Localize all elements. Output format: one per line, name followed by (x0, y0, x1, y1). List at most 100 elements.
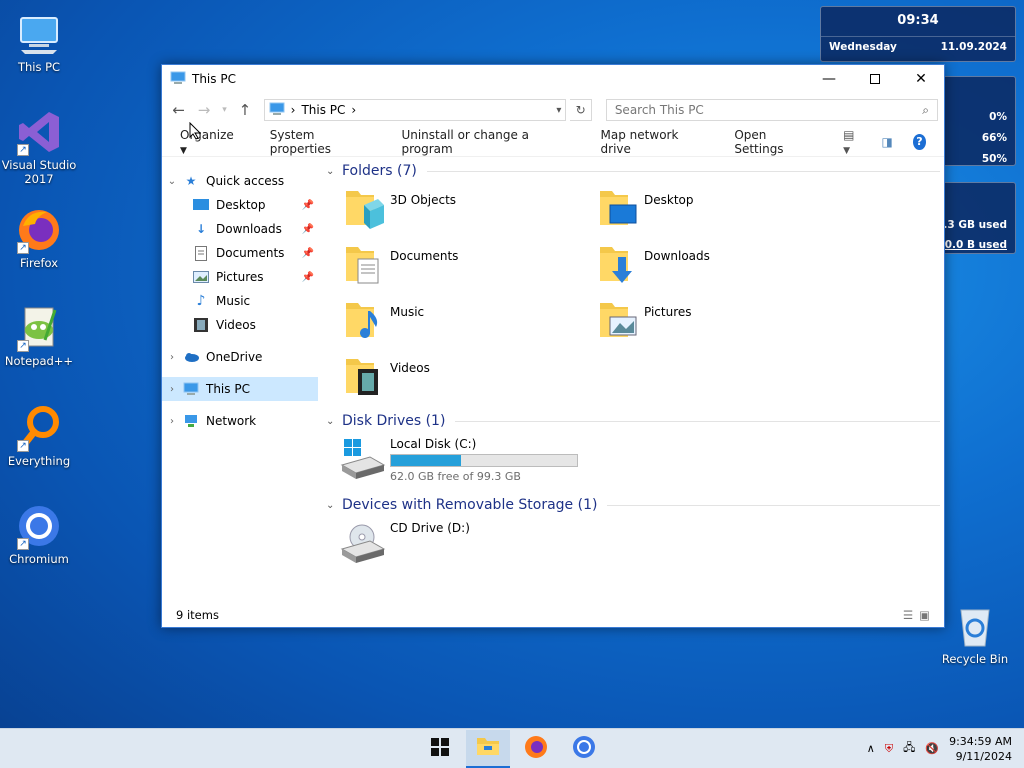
taskbar-file-explorer[interactable] (466, 729, 510, 768)
volume-muted-icon[interactable]: 🔇 (925, 742, 939, 755)
nav-item-downloads[interactable]: ↓ Downloads 📌 (162, 217, 318, 241)
monitor-icon (182, 381, 200, 397)
pin-icon: 📌 (301, 223, 314, 235)
folder-label: Music (390, 305, 425, 319)
chevron-down-icon: ⌄ (326, 165, 335, 177)
nav-item-desktop[interactable]: Desktop 📌 (162, 193, 318, 217)
start-button[interactable] (418, 730, 462, 768)
desktop-icon-everything[interactable]: ↗ Everything (0, 404, 78, 468)
arrow-up-icon: ↑ (238, 101, 252, 119)
desktop-icon-visual-studio[interactable]: ↗ Visual Studio 2017 (0, 108, 78, 186)
nav-item-music[interactable]: ♪ Music (162, 289, 318, 313)
group-header-removable[interactable]: ⌄ Devices with Removable Storage (1) (326, 493, 944, 517)
folder-label: 3D Objects (390, 193, 457, 207)
chevron-up-icon[interactable]: ∧ (867, 742, 875, 755)
gadget-day: Wednesday (829, 41, 897, 53)
desktop-icon-this-pc[interactable]: This PC (0, 10, 78, 74)
tray-clock[interactable]: 9:34:59 AM 9/11/2024 (949, 734, 1012, 764)
details-view-button[interactable]: ☰ (903, 608, 913, 622)
help-icon[interactable]: ? (912, 133, 926, 150)
nav-item-quick-access[interactable]: ⌄ ★ Quick access (162, 169, 318, 193)
gadget-date: 11.09.2024 (940, 41, 1007, 53)
chevron-right-icon[interactable]: › (162, 352, 182, 363)
refresh-button[interactable]: ↻ (570, 99, 592, 121)
breadcrumb-this-pc[interactable]: This PC (301, 103, 345, 117)
nav-item-network[interactable]: › Network (162, 409, 318, 433)
back-button[interactable]: ← (168, 99, 189, 121)
network-icon[interactable]: 🖧 (903, 739, 915, 758)
chevron-down-icon: ▼ (180, 145, 187, 156)
view-options-icon: ▤ (843, 127, 855, 142)
nav-item-label: OneDrive (206, 350, 263, 364)
open-settings-button[interactable]: Open Settings (734, 128, 813, 156)
nav-item-pictures[interactable]: Pictures 📌 (162, 265, 318, 289)
minimize-button[interactable]: — (806, 65, 852, 93)
forward-button[interactable]: → (193, 99, 214, 121)
folder-label: Videos (390, 361, 430, 375)
drive-name: CD Drive (D:) (390, 521, 470, 535)
desktop-icon-notepadpp[interactable]: ↗ Notepad++ (0, 304, 78, 368)
film-icon (192, 317, 210, 333)
group-header-folders[interactable]: ⌄ Folders (7) (326, 159, 944, 183)
map-network-drive-button[interactable]: Map network drive (601, 128, 705, 156)
status-bar: 9 items ☰ ▣ (162, 603, 944, 627)
nav-item-videos[interactable]: Videos (162, 313, 318, 337)
chevron-expanded-icon[interactable]: ⌄ (162, 176, 182, 187)
system-properties-button[interactable]: System properties (270, 128, 372, 156)
folder-label: Documents (390, 249, 459, 263)
chevron-down-icon: ▾ (222, 105, 227, 115)
nav-item-label: Downloads (216, 222, 282, 236)
gadget-cpu-value: 50% (981, 153, 1007, 165)
folder-documents[interactable]: Documents (344, 243, 598, 295)
change-view-button[interactable]: ▤ ▼ (843, 128, 861, 156)
download-arrow-icon: ↓ (195, 222, 207, 236)
nav-item-this-pc[interactable]: › This PC (162, 377, 318, 401)
chevron-down-icon: ▼ (843, 145, 851, 156)
desktop-icon-recycle-bin[interactable]: Recycle Bin (936, 602, 1014, 666)
disk-usage-bar (390, 454, 578, 467)
folder-downloads[interactable]: Downloads (598, 243, 852, 295)
taskbar-firefox[interactable] (514, 730, 558, 768)
chevron-right-icon[interactable]: › (162, 384, 182, 395)
desktop-icon-label: Recycle Bin (941, 652, 1009, 666)
star-icon: ★ (185, 174, 197, 188)
desktop-icon-chromium[interactable]: ↗ Chromium (0, 502, 78, 566)
nav-item-label: Music (216, 294, 251, 308)
breadcrumb-separator-icon[interactable]: › (351, 103, 356, 117)
preview-pane-button[interactable]: ◨ (881, 135, 892, 149)
firefox-icon (524, 735, 548, 762)
address-bar[interactable]: › This PC › ▾ (263, 99, 567, 121)
folder-label: Pictures (644, 305, 692, 319)
desktop-icon-firefox[interactable]: ↗ Firefox (0, 206, 78, 270)
nav-item-documents[interactable]: Documents 📌 (162, 241, 318, 265)
nav-item-label: Desktop (216, 198, 266, 212)
document-icon (192, 245, 210, 261)
folder-label: Downloads (644, 249, 710, 263)
uninstall-program-button[interactable]: Uninstall or change a program (401, 128, 570, 156)
chevron-right-icon[interactable]: › (162, 416, 182, 427)
search-input[interactable]: Search This PC ⌕ (605, 99, 938, 121)
folder-3d-objects[interactable]: 3D Objects (344, 187, 598, 239)
drive-cd-d[interactable]: CD Drive (D:) (326, 517, 944, 575)
large-icons-view-button[interactable]: ▣ (919, 608, 930, 622)
maximize-button[interactable] (852, 65, 898, 93)
mouse-cursor-icon (189, 121, 202, 143)
system-tray: ∧ ⛨ 🖧 🔇 9:34:59 AM 9/11/2024 (867, 734, 1012, 764)
cloud-icon (182, 349, 200, 365)
nav-item-onedrive[interactable]: › OneDrive (162, 345, 318, 369)
recent-locations-button[interactable]: ▾ (219, 99, 231, 121)
close-button[interactable]: ✕ (898, 65, 944, 93)
taskbar-chromium[interactable] (562, 730, 606, 768)
group-header-disk-drives[interactable]: ⌄ Disk Drives (1) (326, 409, 944, 433)
up-button[interactable]: ↑ (234, 99, 255, 121)
drive-local-disk-c[interactable]: Local Disk (C:) 62.0 GB free of 99.3 GB (326, 433, 944, 491)
shield-icon[interactable]: ⛨ (885, 742, 893, 756)
chevron-down-icon[interactable]: ▾ (556, 105, 561, 116)
folder-pictures[interactable]: Pictures (598, 299, 852, 351)
folder-videos[interactable]: Videos (344, 355, 598, 407)
folder-desktop[interactable]: Desktop (598, 187, 852, 239)
desktop-icon-label: Visual Studio 2017 (1, 158, 77, 186)
close-icon: ✕ (915, 71, 927, 87)
title-bar[interactable]: This PC — ✕ (162, 65, 944, 93)
folder-music[interactable]: Music (344, 299, 598, 351)
